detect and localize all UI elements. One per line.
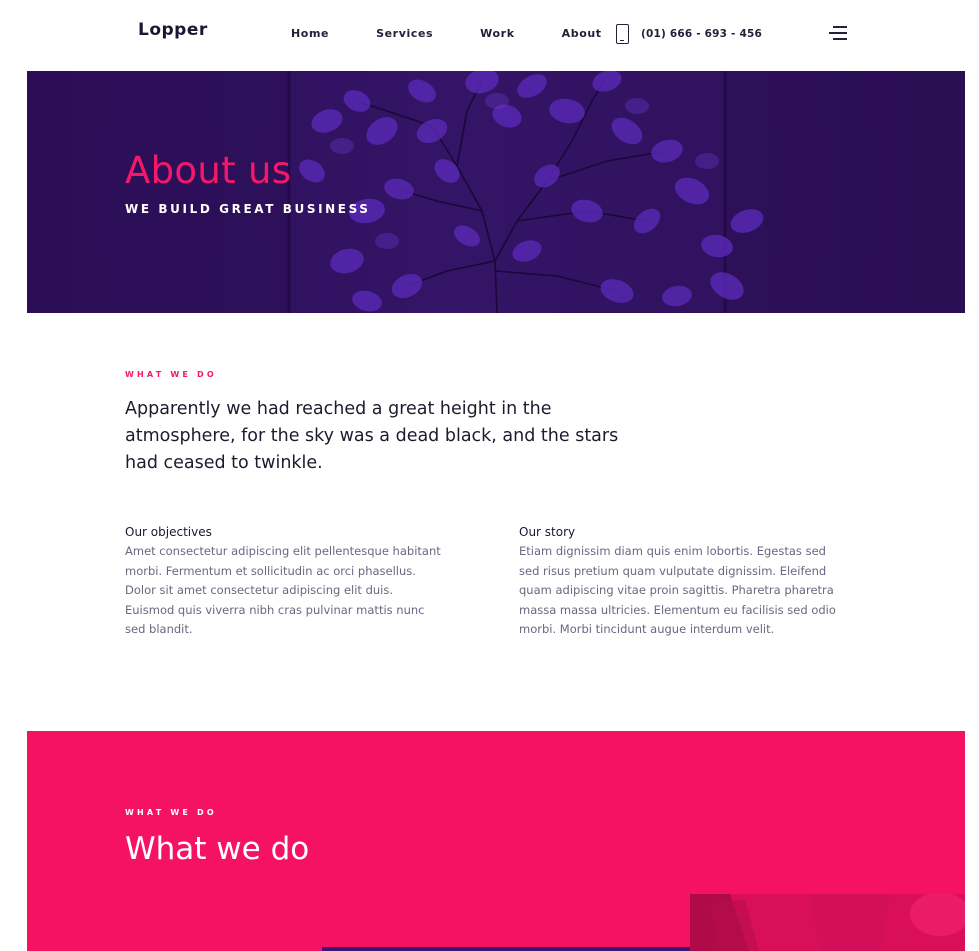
nav-work[interactable]: Work <box>480 27 514 40</box>
page-title: About us <box>125 149 292 192</box>
nav-home[interactable]: Home <box>291 27 329 40</box>
intro-eyebrow: WHAT WE DO <box>125 370 217 379</box>
site-header: Lopper Home Services Work About (01) 666… <box>0 0 979 70</box>
phone-contact[interactable]: (01) 666 - 693 - 456 <box>616 24 762 44</box>
mobile-phone-icon <box>616 24 629 44</box>
story-column: Our story Etiam dignissim diam quis enim… <box>519 525 839 640</box>
site-logo[interactable]: Lopper <box>138 20 208 40</box>
main-nav: Home Services Work About <box>291 27 649 40</box>
what-we-do-section: WHAT WE DO What we do <box>27 731 965 951</box>
intro-statement: Apparently we had reached a great height… <box>125 399 619 473</box>
page-subtitle: WE BUILD GREAT BUSINESS <box>125 202 371 216</box>
story-heading: Our story <box>519 525 576 539</box>
what-we-do-heading: What we do <box>125 831 310 867</box>
story-text: Etiam dignissim diam quis enim lobortis.… <box>519 544 836 636</box>
what-we-do-eyebrow: WHAT WE DO <box>125 808 217 817</box>
section-photo <box>690 894 965 951</box>
hero-banner: About us WE BUILD GREAT BUSINESS <box>27 71 965 313</box>
section-divider-bar <box>322 947 690 951</box>
objectives-column: Our objectives Amet consectetur adipisci… <box>125 525 445 640</box>
hamburger-menu-icon[interactable] <box>829 25 847 42</box>
nav-about[interactable]: About <box>562 27 602 40</box>
phone-number: (01) 666 - 693 - 456 <box>641 28 762 40</box>
nav-services[interactable]: Services <box>376 27 433 40</box>
objectives-text: Amet consectetur adipiscing elit pellent… <box>125 544 441 636</box>
plant-background-image <box>27 71 965 313</box>
objectives-heading: Our objectives <box>125 525 212 539</box>
